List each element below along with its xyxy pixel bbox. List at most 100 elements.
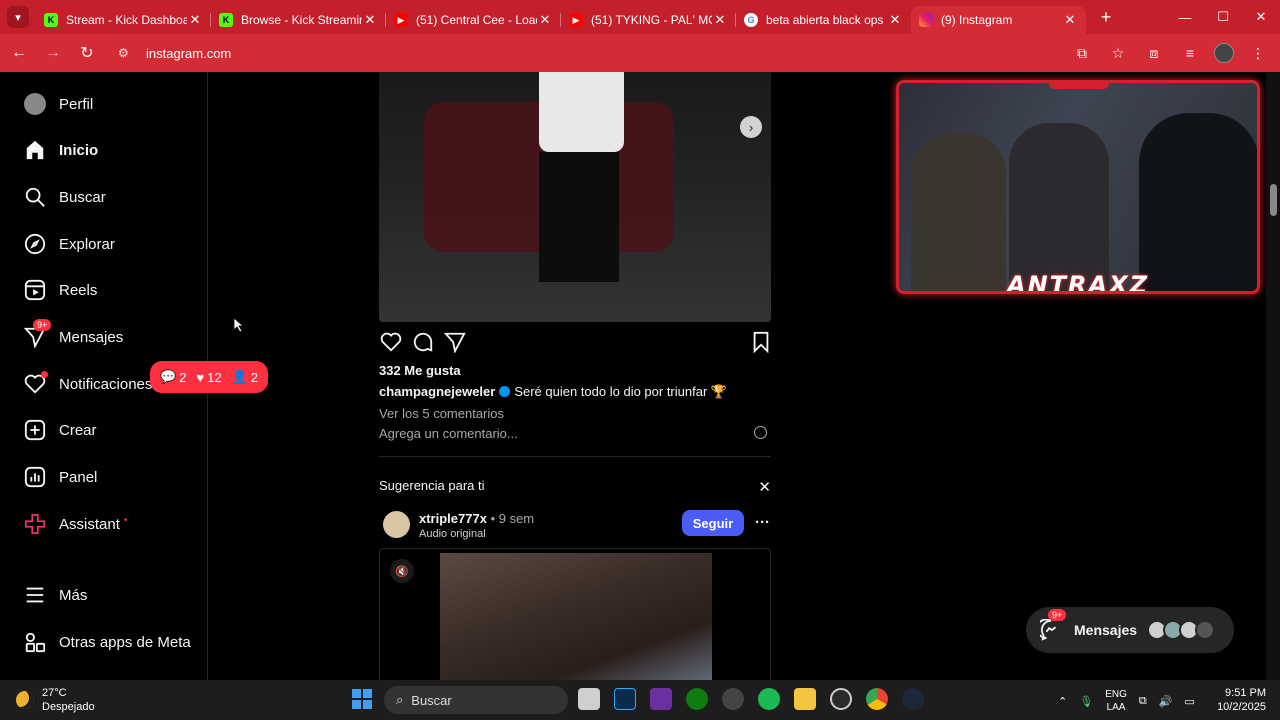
install-app-icon[interactable]: ⧉: [1070, 41, 1094, 65]
close-icon[interactable]: ✕: [712, 12, 728, 28]
spotify-icon[interactable]: [758, 688, 780, 710]
folder-icon[interactable]: [794, 688, 816, 710]
weather-widget[interactable]: 27°C Despejado: [16, 686, 95, 714]
browser-tab-strip: ▾ K Stream - Kick Dashboard ✕ K Browse -…: [0, 0, 1280, 34]
media-control-icon[interactable]: ≡: [1178, 41, 1202, 65]
new-tab-button[interactable]: +: [1092, 7, 1120, 28]
sidebar-item-reels[interactable]: Reels: [24, 275, 97, 305]
photoshop-icon[interactable]: [614, 688, 636, 710]
close-icon[interactable]: ✕: [887, 12, 903, 28]
follow-button[interactable]: Seguir: [682, 510, 744, 536]
sidebar-item-explore[interactable]: Explorar: [24, 229, 115, 259]
profile-avatar-icon: [24, 93, 46, 115]
bookmark-star-icon[interactable]: ☆: [1106, 41, 1130, 65]
comment-placeholder: Agrega un comentario...: [379, 426, 518, 441]
language-indicator[interactable]: ENG LAA: [1105, 688, 1127, 714]
audio-label[interactable]: Audio original: [419, 528, 486, 540]
sidebar-item-assistant[interactable]: Assistant •: [24, 509, 127, 539]
battery-icon[interactable]: ▭: [1184, 695, 1194, 708]
browser-tab[interactable]: ▶ (51) TYKING - PAL' MOME ✕: [561, 6, 736, 34]
person-image: [1009, 123, 1109, 291]
browser-tab-active[interactable]: (9) Instagram ✕: [911, 6, 1086, 34]
view-comments-link[interactable]: Ver los 5 comentarios: [379, 406, 504, 421]
sidebar-item-notifications[interactable]: Notificaciones: [24, 369, 152, 399]
close-icon[interactable]: ✕: [537, 12, 553, 28]
microphone-icon[interactable]: 🎙: [1079, 695, 1093, 708]
muted-speaker-icon[interactable]: 🔇: [390, 559, 414, 583]
chrome-icon[interactable]: [866, 688, 888, 710]
browser-tab[interactable]: K Stream - Kick Dashboard ✕: [36, 6, 211, 34]
address-bar[interactable]: ⚙ instagram.com: [112, 38, 1072, 68]
tab-search-button[interactable]: ▾: [0, 0, 36, 34]
sidebar-item-dashboard[interactable]: Panel: [24, 462, 97, 492]
network-icon[interactable]: ⧉: [1139, 695, 1147, 708]
sidebar-item-messages[interactable]: 9+ Mensajes: [24, 319, 123, 352]
new-indicator-dot: •: [123, 514, 128, 526]
messages-float-button[interactable]: 9+ Mensajes: [1026, 607, 1234, 653]
date: 10/2/2025: [1217, 701, 1266, 713]
like-count[interactable]: 332 Me gusta: [379, 363, 461, 378]
avatar[interactable]: [383, 511, 410, 538]
save-bookmark-icon[interactable]: [749, 330, 773, 354]
game-app-icon[interactable]: [722, 688, 744, 710]
browser-tab[interactable]: G beta abierta black ops 7 - ✕: [736, 6, 911, 34]
browser-tab[interactable]: K Browse - Kick Streaming ✕: [211, 6, 386, 34]
sidebar-item-home[interactable]: Inicio: [24, 135, 98, 165]
video-frame: [440, 553, 712, 680]
like-heart-icon[interactable]: [379, 330, 403, 354]
suggested-video[interactable]: 🔇: [379, 548, 771, 680]
post-image[interactable]: ›: [379, 72, 771, 322]
messages-label: Mensajes: [1074, 622, 1138, 638]
forward-icon[interactable]: →: [38, 38, 68, 68]
comment-input[interactable]: Agrega un comentario...: [379, 426, 771, 441]
share-send-icon[interactable]: [443, 330, 467, 354]
suggested-username[interactable]: xtriple777x • 9 sem: [419, 511, 534, 526]
sidebar-item-create[interactable]: Crear: [24, 415, 97, 445]
instagram-icon: [919, 13, 933, 27]
emoji-icon[interactable]: [754, 426, 767, 439]
minimize-icon[interactable]: —: [1166, 0, 1204, 34]
clock[interactable]: 9:51 PM 10/2/2025: [1217, 686, 1266, 714]
windows-start-icon[interactable]: [352, 689, 372, 709]
sidebar-nav: Perfil Inicio Buscar Explorar Reels 9+ M…: [0, 72, 269, 680]
back-icon[interactable]: ←: [4, 38, 34, 68]
file-explorer-icon[interactable]: [578, 688, 600, 710]
browser-toolbar: ← → ↻ ⚙ instagram.com ⧉ ☆ ⧈ ≡ ⋮: [0, 34, 1280, 72]
maximize-icon[interactable]: ☐: [1204, 0, 1242, 34]
frame-decoration: [1049, 83, 1109, 89]
comment-bubble-icon[interactable]: [411, 330, 435, 354]
extensions-icon[interactable]: ⧈: [1142, 41, 1166, 65]
menu-kebab-icon[interactable]: ⋮: [1246, 41, 1270, 65]
suggestion-title: Sugerencia para ti: [379, 478, 485, 493]
xbox-icon[interactable]: [686, 688, 708, 710]
steam-icon[interactable]: [902, 688, 924, 710]
reels-icon: [24, 279, 46, 301]
scrollbar[interactable]: [1266, 72, 1280, 680]
close-icon[interactable]: ✕: [758, 478, 771, 496]
scrollbar-thumb[interactable]: [1270, 184, 1277, 216]
unread-badge: 9+: [33, 319, 52, 331]
post-username[interactable]: champagnejeweler: [379, 384, 495, 399]
profile-avatar[interactable]: [1214, 43, 1234, 63]
close-icon[interactable]: ✕: [1062, 12, 1078, 28]
browser-tab[interactable]: ▶ (51) Central Cee - Loading ✕: [386, 6, 561, 34]
chevron-up-icon[interactable]: ⌃: [1058, 695, 1067, 708]
media-player-icon[interactable]: [830, 688, 852, 710]
close-icon[interactable]: ✕: [362, 12, 378, 28]
notifications-popup[interactable]: 💬 2 ♥ 12 👤 2: [150, 361, 269, 393]
sidebar-item-meta-apps[interactable]: Otras apps de Meta: [24, 627, 191, 657]
reload-icon[interactable]: ↻: [72, 38, 102, 68]
apps-grid-icon: [24, 631, 46, 653]
volume-icon[interactable]: 🔊: [1159, 695, 1173, 708]
site-info-icon[interactable]: ⚙: [118, 46, 138, 60]
sidebar-item-more[interactable]: Más: [24, 580, 87, 610]
window-close-icon[interactable]: ✕: [1242, 0, 1280, 34]
carousel-next-icon[interactable]: ›: [740, 116, 762, 138]
sidebar-item-search[interactable]: Buscar: [24, 182, 106, 212]
sidebar-item-profile[interactable]: Perfil: [24, 89, 93, 119]
obs-icon[interactable]: [650, 688, 672, 710]
verified-badge-icon: [499, 386, 511, 397]
close-icon[interactable]: ✕: [187, 12, 203, 28]
taskbar-search[interactable]: ⌕ Buscar: [384, 686, 568, 714]
more-options-icon[interactable]: ···: [755, 514, 770, 531]
